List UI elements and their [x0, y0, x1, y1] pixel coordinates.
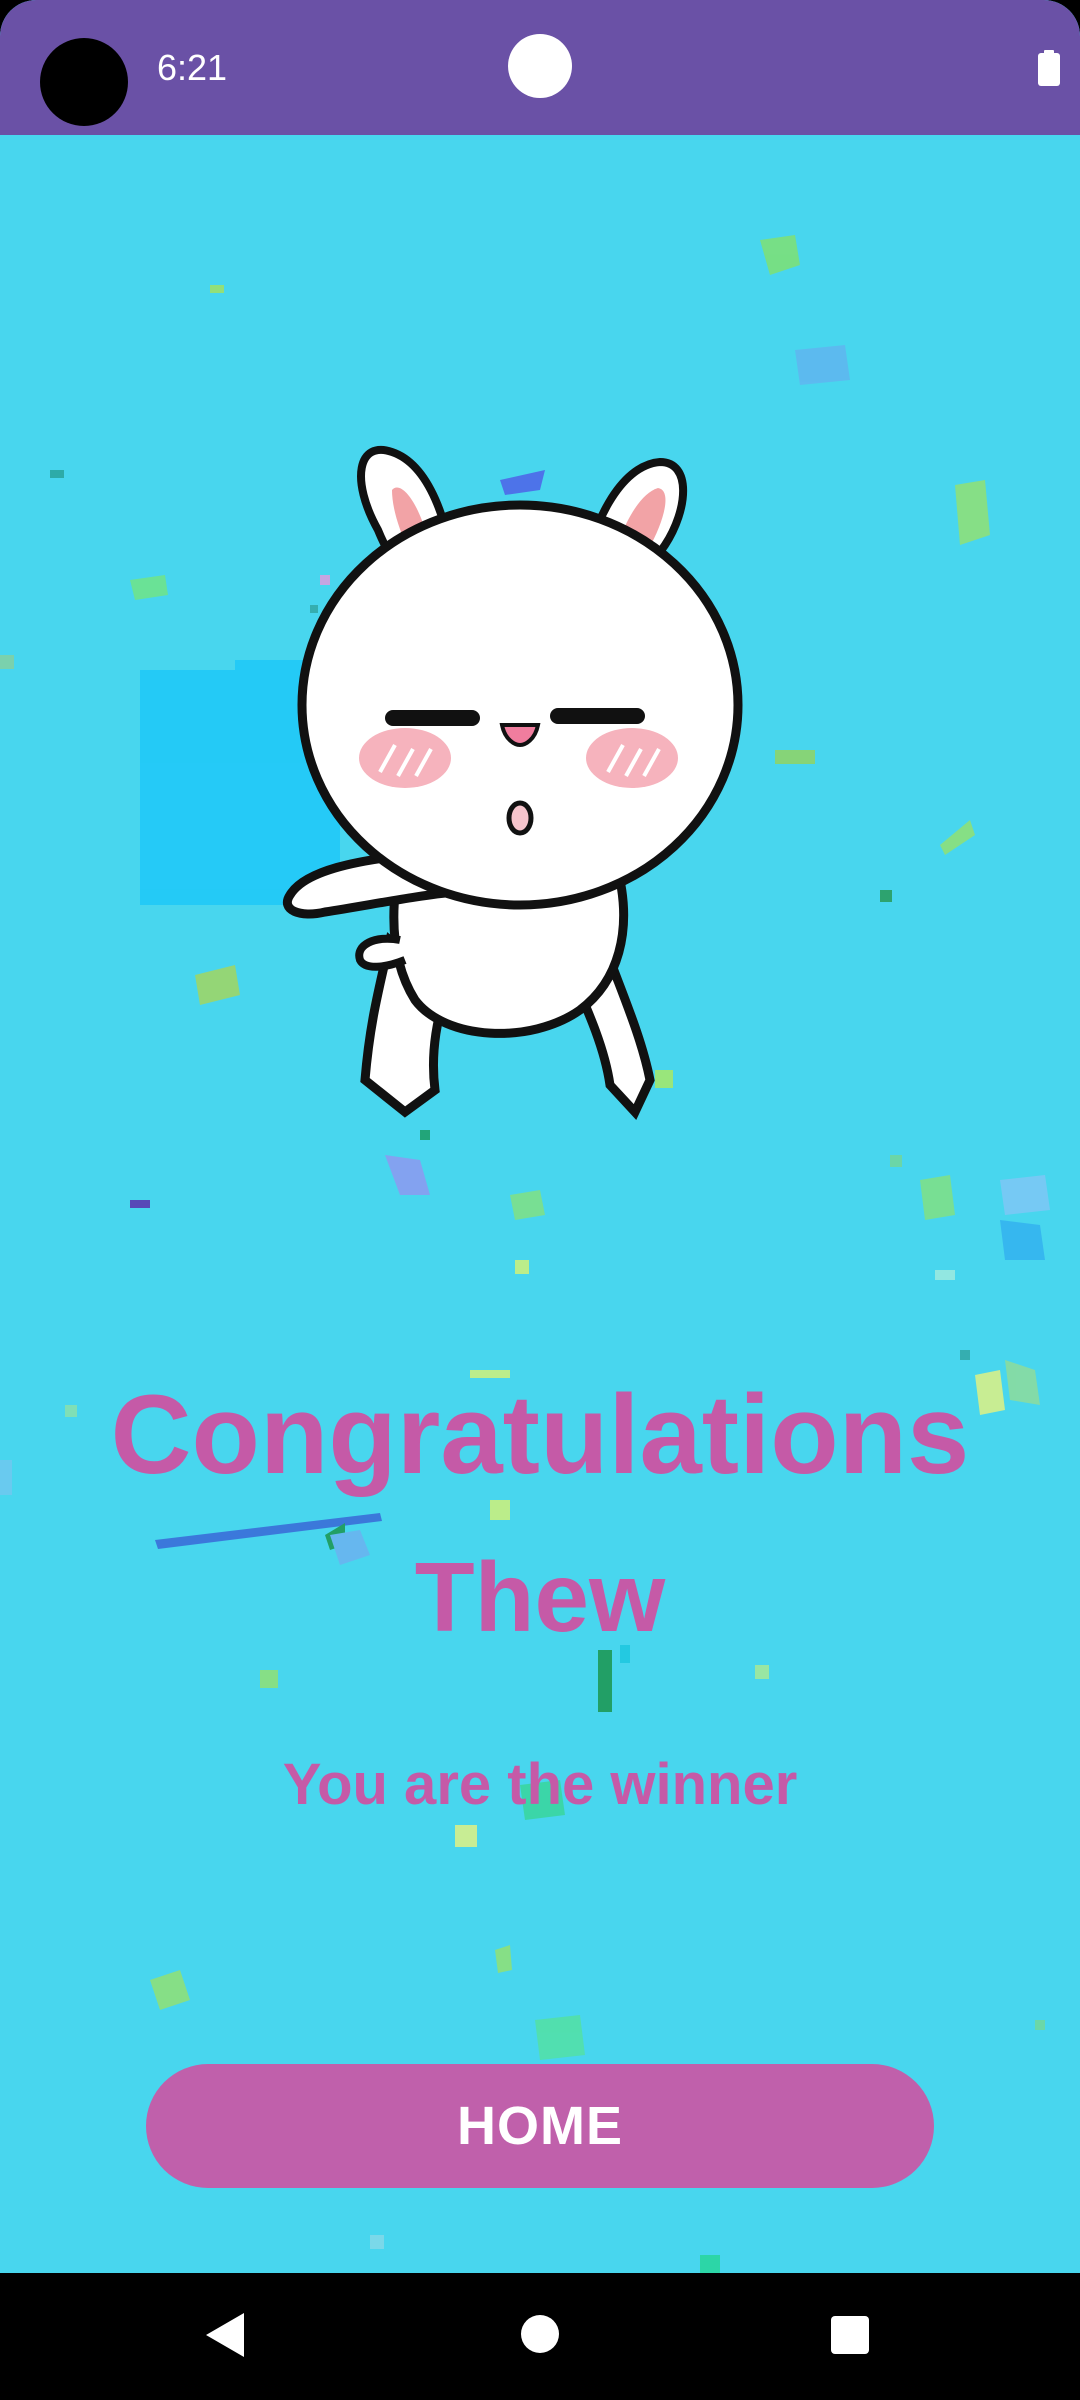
home-icon[interactable] [521, 2315, 559, 2353]
back-icon[interactable] [204, 2311, 248, 2359]
camera-cutout [40, 38, 128, 126]
dancing-bunny-image [283, 446, 743, 1120]
battery-icon [1038, 50, 1060, 86]
winner-subtitle: You are the winner [282, 1752, 798, 1817]
status-bar: 6:21 [0, 0, 1080, 135]
home-button[interactable]: HOME [146, 2064, 934, 2188]
navigation-bar [0, 2273, 1080, 2400]
winner-screen: 6:21 Congratulations Thew You are the wi… [0, 0, 1080, 2400]
congratulations-title: Congratulations [110, 1372, 970, 1497]
winner-name: Thew [414, 1542, 666, 1652]
status-time: 6:21 [157, 47, 228, 88]
notification-dot-icon [508, 34, 572, 98]
recents-icon[interactable] [831, 2316, 869, 2354]
